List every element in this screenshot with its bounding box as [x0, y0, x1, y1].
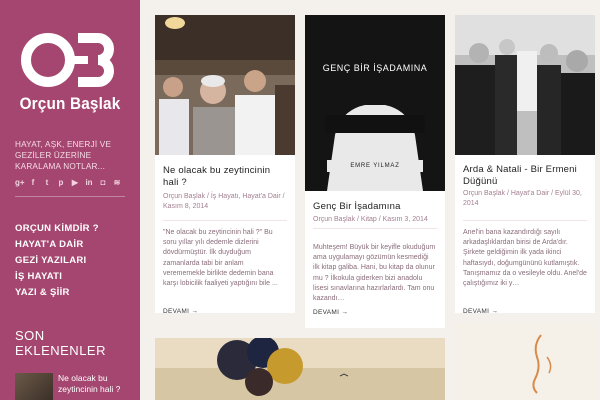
post-separator-1 — [163, 220, 287, 221]
site-name[interactable]: Orçun Başlak — [7, 94, 133, 114]
post-image-3[interactable] — [455, 15, 595, 155]
post-title-3[interactable]: Arda & Natali - Bir Ermeni Düğünü — [463, 164, 588, 187]
post-meta-3: Orçun Başlak / Hayat'a Dair / Eylül 30, … — [463, 190, 582, 207]
twitter-icon[interactable]: t — [43, 178, 51, 187]
read-more-link-3[interactable]: DEVAMI → — [463, 308, 498, 315]
post-excerpt-2: Muhteşem! Büyük bir keyifle okuduğum ama… — [313, 244, 436, 303]
nav-item-work[interactable]: İŞ HAYATI — [15, 271, 99, 287]
sidebar-divider — [15, 196, 125, 197]
post-meta-2: Orçun Başlak / Kitap / Kasım 3, 2014 — [313, 216, 428, 223]
post-title-2[interactable]: Genç Bir İşadamına — [313, 201, 438, 213]
post-excerpt-1: "Ne olacak bu zeytincinin hali ?" Bu sor… — [163, 229, 278, 288]
read-more-link-2[interactable]: DEVAMI → — [313, 309, 348, 316]
site-logo[interactable] — [20, 30, 120, 90]
read-more-link-1[interactable]: DEVAMI → — [163, 308, 198, 315]
rss-icon[interactable]: ≋ — [113, 178, 121, 187]
post-image-4[interactable] — [155, 338, 445, 400]
post-excerpt-3: Anel'in bana kazandırdığı sayılı arkadaş… — [463, 229, 587, 288]
post-meta-1: Orçun Başlak / İş Hayatı, Hayat'a Dair /… — [163, 193, 285, 210]
post-image-1[interactable] — [155, 15, 295, 155]
post-image-5[interactable] — [455, 323, 595, 400]
youtube-icon[interactable]: ▶ — [71, 178, 79, 187]
nav-item-travel[interactable]: GEZİ YAZILARI — [15, 255, 99, 271]
post-card-3: Arda & Natali - Bir Ermeni Düğünü Orçun … — [455, 15, 595, 315]
post-separator-2 — [313, 228, 437, 229]
post-card-1: Ne olacak bu zeytincinin hali ? Orçun Ba… — [155, 15, 295, 315]
recent-post-thumbnail[interactable] — [15, 373, 53, 400]
post-card-5 — [455, 323, 595, 400]
post-image-2[interactable]: GENÇ BİR İŞADAMINA EMRE YILMAZ — [305, 15, 445, 191]
nav-item-about[interactable]: ORÇUN KİMDİR ? — [15, 223, 99, 239]
post-separator-3 — [463, 220, 587, 221]
recent-posts-heading: SON EKLENENLER — [15, 328, 106, 358]
post-card-4 — [155, 338, 445, 400]
google-plus-icon[interactable]: g+ — [15, 178, 25, 187]
instagram-icon[interactable]: ◘ — [99, 178, 107, 187]
post-title-1[interactable]: Ne olacak bu zeytincinin hali ? — [163, 165, 288, 188]
main-nav: ORÇUN KİMDİR ? HAYAT'A DAİR GEZİ YAZILAR… — [15, 223, 99, 303]
book-cover-author: EMRE YILMAZ — [350, 163, 399, 169]
sidebar: Orçun Başlak HAYAT, AŞK, ENERJİ VE GEZİL… — [0, 0, 140, 400]
nav-item-writing[interactable]: YAZI & ŞİİR — [15, 287, 99, 303]
recent-post-item[interactable]: Ne olacak bu zeytincinin hali ? — [15, 373, 135, 400]
facebook-icon[interactable]: f — [29, 178, 37, 187]
nav-item-life[interactable]: HAYAT'A DAİR — [15, 239, 99, 255]
post-card-2: GENÇ BİR İŞADAMINA EMRE YILMAZ Genç Bir … — [305, 15, 445, 328]
pinterest-icon[interactable]: p — [57, 178, 65, 187]
linkedin-icon[interactable]: in — [85, 178, 93, 187]
book-cover-title: GENÇ BİR İŞADAMINA — [323, 63, 428, 73]
site-tagline: HAYAT, AŞK, ENERJİ VE GEZİLER ÜZERİNE KA… — [15, 140, 112, 171]
social-links: g+ f t p ▶ in ◘ ≋ — [15, 178, 121, 187]
recent-post-title[interactable]: Ne olacak bu zeytincinin hali ? — [58, 373, 138, 394]
